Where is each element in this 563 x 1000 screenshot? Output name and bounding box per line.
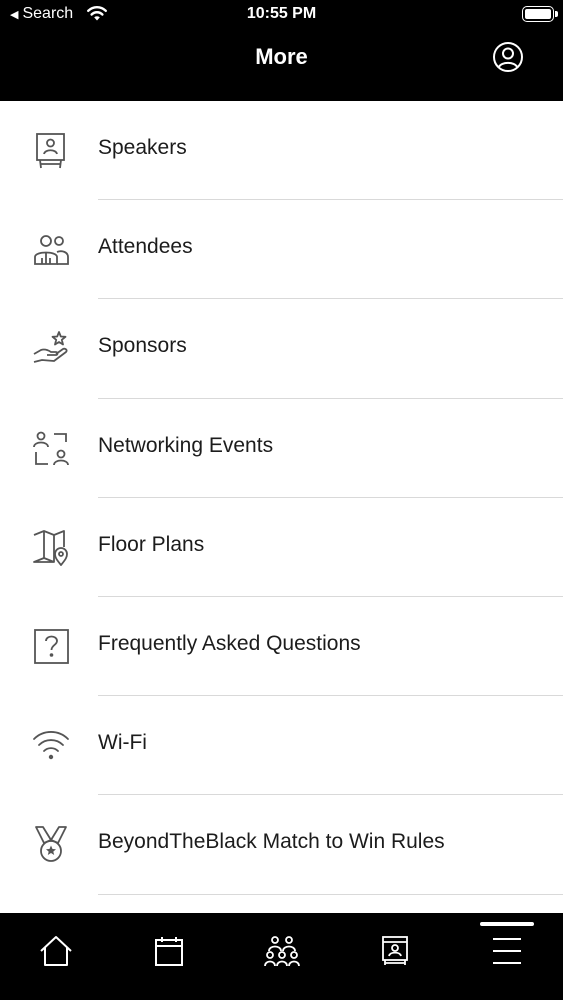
bottom-tab-bar (0, 913, 563, 1000)
booth-icon (382, 936, 408, 965)
menu-item-label: Wi-Fi (98, 731, 147, 755)
app-header: ◀ Search 10:55 PM More (0, 0, 563, 101)
menu-item-speakers[interactable]: Speakers (0, 101, 563, 201)
map-pin-icon (33, 529, 68, 566)
menu-item-floor-plans[interactable]: Floor Plans (0, 498, 563, 597)
menu-item-label: BeyondTheBlack Match to Win Rules (98, 830, 445, 854)
hand-star-icon (33, 331, 68, 364)
menu-item-sponsors[interactable]: Sponsors (0, 299, 563, 399)
people-icon (34, 235, 69, 266)
menu-item-label: Speakers (98, 136, 187, 159)
menu-item-label: Sponsors (98, 334, 187, 358)
menu-icon (493, 938, 521, 964)
networking-icon (33, 431, 69, 465)
calendar-icon (155, 937, 183, 966)
tab-people[interactable] (226, 913, 338, 1000)
tab-exhibitors[interactable] (339, 913, 451, 1000)
home-icon (40, 936, 72, 966)
tab-home[interactable] (0, 913, 112, 1000)
page-title: More (255, 44, 308, 69)
menu-item-label: Networking Events (98, 433, 274, 457)
menu-item-attendees[interactable]: Attendees (0, 200, 563, 300)
tab-more[interactable] (451, 913, 563, 1000)
more-menu-list: Speakers Attendees Sponsors Networking E… (0, 101, 563, 895)
menu-item-match-to-win-rules[interactable]: BeyondTheBlack Match to Win Rules (0, 795, 563, 895)
profile-icon[interactable] (492, 41, 524, 73)
menu-item-label: Attendees (98, 235, 193, 259)
menu-item-label: Floor Plans (98, 532, 205, 556)
group-icon (264, 936, 300, 967)
menu-item-wifi[interactable]: Wi-Fi (0, 696, 563, 796)
speaker-podium-icon (36, 133, 65, 169)
question-box-icon (34, 629, 69, 664)
menu-item-faq[interactable]: Frequently Asked Questions (0, 597, 563, 697)
menu-item-label: Frequently Asked Questions (98, 631, 361, 655)
divider (98, 893, 563, 895)
status-time: 10:55 PM (246, 5, 317, 22)
tab-schedule[interactable] (113, 913, 225, 1000)
medal-icon (35, 826, 67, 863)
status-bar: ◀ Search 10:55 PM (0, 0, 563, 30)
battery-icon (522, 6, 558, 22)
wifi-icon (33, 731, 69, 760)
menu-item-networking-events[interactable]: Networking Events (0, 399, 563, 498)
